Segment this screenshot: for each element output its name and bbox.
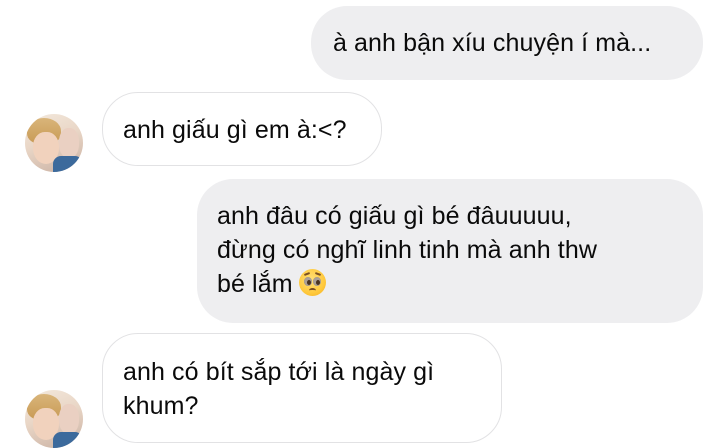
message-text: anh giấu gì em à:<? (123, 116, 347, 144)
message-text-line: bé lắm (217, 270, 293, 298)
message-text: à anh bận xíu chuyện í mà... (333, 29, 652, 57)
message-bubble-sent[interactable]: à anh bận xíu chuyện í mà... (311, 6, 703, 80)
avatar-shirt (53, 156, 83, 172)
contact-avatar[interactable] (25, 390, 83, 448)
message-bubble-received[interactable]: anh có bít sắp tới là ngày gì khum? (102, 333, 502, 443)
message-text-line-last: bé lắm (217, 267, 681, 301)
contact-avatar[interactable] (25, 114, 83, 172)
message-text-line: khum? (123, 392, 199, 420)
message-bubble-received[interactable]: anh giấu gì em à:<? (102, 92, 382, 166)
message-text-line: anh đâu có giấu gì bé đâuuuuu, (217, 202, 572, 230)
message-text-line: đừng có nghĩ linh tinh mà anh thw (217, 236, 597, 264)
pleading-face-emoji-icon (298, 269, 326, 296)
avatar-second-face (59, 404, 79, 434)
message-thread: à anh bận xíu chuyện í mà... anh giấu gì… (0, 0, 720, 448)
avatar-second-face (59, 128, 79, 158)
message-text-line: anh có bít sắp tới là ngày gì (123, 358, 435, 386)
message-bubble-sent[interactable]: anh đâu có giấu gì bé đâuuuuu, đừng có n… (197, 179, 703, 323)
